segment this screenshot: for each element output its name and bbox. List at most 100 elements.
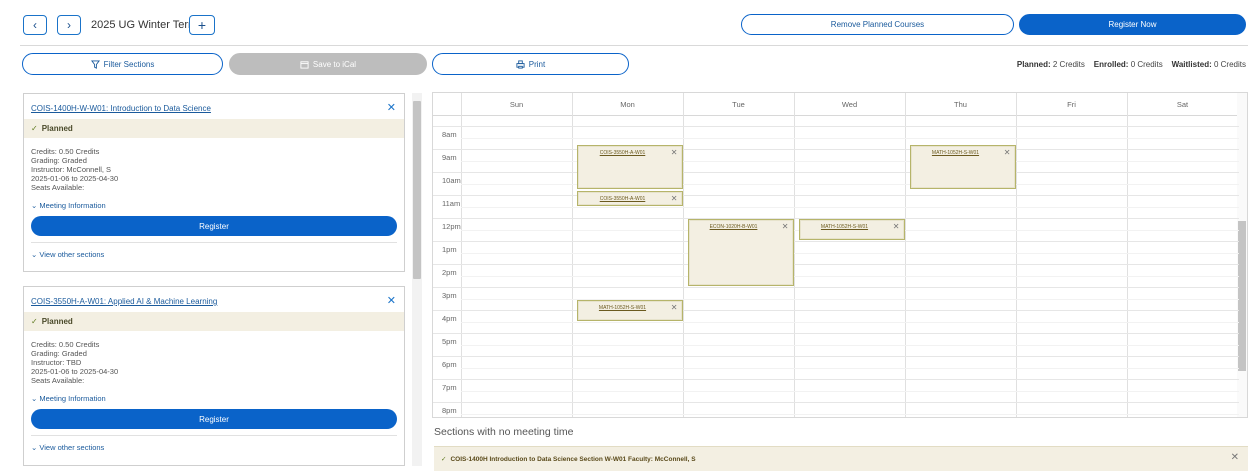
hour-gridline xyxy=(433,195,1239,196)
day-header-fri: Fri xyxy=(1067,100,1076,109)
dates-text: 2025-01-06 to 2025-04-30 xyxy=(31,174,119,183)
meeting-information-label: Meeting Information xyxy=(39,201,106,210)
event-section-link[interactable]: MATH-1052H-S-W01 xyxy=(578,305,668,311)
remove-event-close-icon[interactable]: ✕ xyxy=(671,148,678,157)
calendar-event[interactable]: MATH-1052H-S-W01 ✕ xyxy=(909,144,1016,189)
close-icon[interactable]: ✕ xyxy=(1231,452,1239,463)
register-button[interactable]: Register xyxy=(31,409,397,429)
half-hour-gridline xyxy=(461,275,1239,277)
hour-label: 2pm xyxy=(442,267,457,277)
course-list-scroll-thumb[interactable] xyxy=(413,101,421,279)
credits-text: Credits: 0.50 Credits xyxy=(31,340,100,349)
hour-label: 3pm xyxy=(442,290,457,300)
hour-label: 7pm xyxy=(442,382,457,392)
print-button[interactable]: Print xyxy=(432,53,629,75)
half-hour-gridline xyxy=(461,344,1239,346)
remove-course-close-icon[interactable]: ✕ xyxy=(387,294,396,307)
hour-label: 12pm xyxy=(442,221,461,231)
previous-term-button[interactable]: ‹ xyxy=(23,15,47,35)
event-section-link[interactable]: COIS-3550H-A-W01 xyxy=(578,196,668,202)
chevron-left-icon: ‹ xyxy=(33,18,37,32)
register-now-button[interactable]: Register Now xyxy=(1019,14,1246,35)
half-hour-gridline xyxy=(461,321,1239,323)
no-meeting-item-text: ✓ COIS-1400H Introduction to Data Science… xyxy=(441,455,696,463)
meeting-information-toggle[interactable]: ⌄ Meeting Information xyxy=(31,201,106,210)
remove-event-close-icon[interactable]: ✕ xyxy=(1004,148,1011,157)
hour-label: 10am xyxy=(442,175,461,185)
waitlisted-credits-label: Waitlisted: xyxy=(1171,60,1212,69)
remove-planned-courses-button[interactable]: Remove Planned Courses xyxy=(741,14,1014,35)
filter-sections-label: Filter Sections xyxy=(103,59,155,69)
calendar-event[interactable]: MATH-1052H-S-W01 ✕ xyxy=(798,219,905,241)
remove-event-close-icon[interactable]: ✕ xyxy=(782,222,789,231)
half-hour-gridline xyxy=(461,390,1239,392)
no-meeting-time-item: ✓ COIS-1400H Introduction to Data Science… xyxy=(434,446,1248,471)
half-hour-gridline xyxy=(461,367,1239,369)
checkmark-icon: ✓ xyxy=(31,317,38,326)
weekly-calendar: Sun Mon Tue Wed Thu Fri Sat 8am 9am 10am 11am 12pm 1… xyxy=(432,92,1248,418)
hour-gridline xyxy=(433,333,1239,334)
hour-gridline xyxy=(433,126,1239,127)
view-other-sections-toggle[interactable]: ⌄ View other sections xyxy=(31,443,104,452)
hour-label: 4pm xyxy=(442,313,457,323)
view-other-sections-label: View other sections xyxy=(39,250,105,259)
filter-sections-button[interactable]: Filter Sections xyxy=(22,53,223,75)
course-details: Credits: 0.50 Credits Grading: Graded In… xyxy=(31,340,118,385)
hour-gridline xyxy=(433,149,1239,150)
grading-text: Grading: Graded xyxy=(31,349,87,358)
calendar-icon xyxy=(300,60,309,69)
register-label: Register xyxy=(199,221,229,231)
hour-gridline xyxy=(433,379,1239,380)
remove-event-close-icon[interactable]: ✕ xyxy=(671,194,678,203)
next-term-button[interactable]: › xyxy=(57,15,81,35)
event-section-link[interactable]: MATH-1052H-S-W01 xyxy=(800,224,890,230)
seats-text: Seats Available: xyxy=(31,376,85,385)
course-title-link[interactable]: COIS-1400H-W-W01: Introduction to Data S… xyxy=(31,104,211,113)
view-other-sections-toggle[interactable]: ⌄ View other sections xyxy=(31,250,104,259)
remove-planned-courses-label: Remove Planned Courses xyxy=(830,20,925,29)
half-hour-gridline xyxy=(461,252,1239,254)
event-section-link[interactable]: MATH-1052H-S-W01 xyxy=(911,150,1001,156)
event-section-link[interactable]: COIS-3550H-A-W01 xyxy=(578,150,668,156)
register-button[interactable]: Register xyxy=(31,216,397,236)
view-other-sections-label: View other sections xyxy=(39,443,105,452)
day-header-wed: Wed xyxy=(841,100,858,109)
plus-icon: + xyxy=(197,17,207,33)
hour-label: 8pm xyxy=(442,405,457,415)
checkmark-icon: ✓ xyxy=(441,456,447,463)
planned-credits-value: 2 Credits xyxy=(1052,60,1085,69)
planned-status-bar: ✓ Planned xyxy=(24,119,404,138)
remove-event-close-icon[interactable]: ✕ xyxy=(893,222,900,231)
day-header-tue: Tue xyxy=(732,100,745,109)
day-header-thu: Thu xyxy=(954,100,967,109)
calendar-event[interactable]: MATH-1052H-S-W01 ✕ xyxy=(576,299,683,321)
hour-gridline xyxy=(433,264,1239,265)
event-section-link[interactable]: ECON-1020H-B-W01 xyxy=(689,224,779,230)
course-card: COIS-3550H-A-W01: Applied AI & Machine L… xyxy=(23,286,405,466)
calendar-event[interactable]: COIS-3550H-A-W01 ✕ xyxy=(576,144,683,189)
register-label: Register xyxy=(199,414,229,424)
card-divider xyxy=(31,435,397,436)
half-hour-gridline xyxy=(461,206,1239,208)
hour-gridline xyxy=(433,241,1239,242)
calendar-event[interactable]: ECON-1020H-B-W01 ✕ xyxy=(687,219,794,287)
seats-text: Seats Available: xyxy=(31,183,85,192)
save-to-ical-button[interactable]: Save to iCal xyxy=(229,53,427,75)
course-title-link[interactable]: COIS-3550H-A-W01: Applied AI & Machine L… xyxy=(31,297,217,306)
hour-gridline xyxy=(433,172,1239,173)
chevron-down-icon: ⌄ xyxy=(31,394,38,403)
chevron-down-icon: ⌄ xyxy=(31,201,38,210)
hour-label: 11am xyxy=(442,198,461,208)
register-now-label: Register Now xyxy=(1108,20,1157,29)
add-term-button[interactable]: + xyxy=(189,15,215,35)
calendar-event[interactable]: COIS-3550H-A-W01 ✕ xyxy=(576,190,683,206)
remove-course-close-icon[interactable]: ✕ xyxy=(387,101,396,114)
calendar-scroll-thumb[interactable] xyxy=(1238,221,1246,371)
meeting-information-toggle[interactable]: ⌄ Meeting Information xyxy=(31,394,106,403)
printer-icon xyxy=(516,59,525,69)
remove-event-close-icon[interactable]: ✕ xyxy=(671,303,678,312)
enrolled-credits-label: Enrolled: xyxy=(1093,60,1129,69)
chevron-down-icon: ⌄ xyxy=(31,443,38,452)
chevron-right-icon: › xyxy=(67,18,71,32)
instructor-text: Instructor: TBD xyxy=(31,358,82,367)
